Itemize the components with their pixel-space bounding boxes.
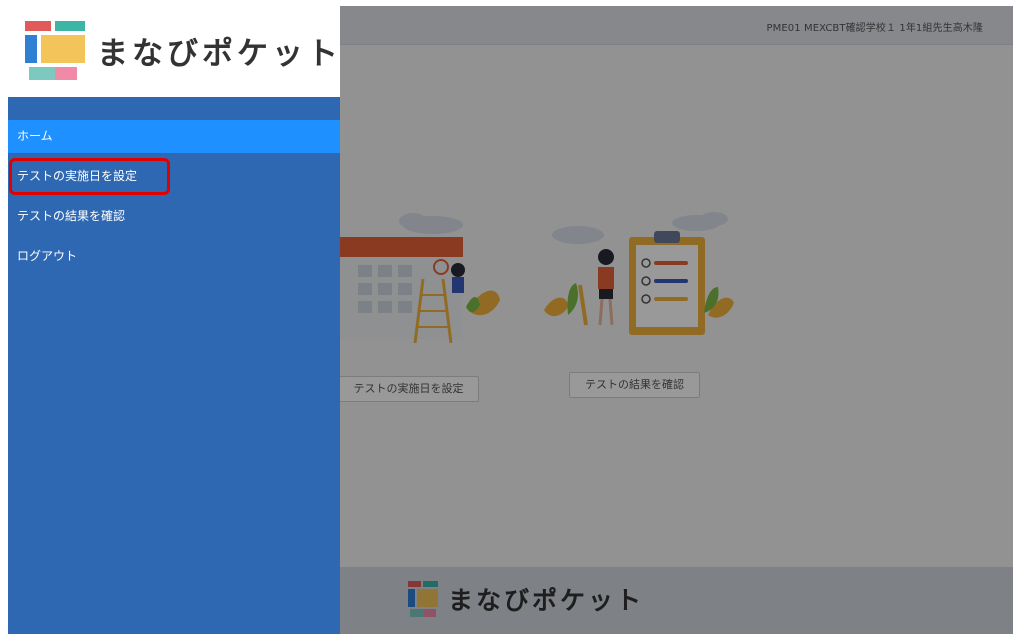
- sidebar-item-home[interactable]: ホーム: [8, 120, 340, 153]
- sidebar-header: まなびポケット: [8, 6, 340, 97]
- app-frame: PME01 MEXCBT確認学校１ 1年1組先生高木隆 テストの実施日を設定 テ…: [8, 6, 1013, 634]
- manabi-pocket-logo-icon: [25, 21, 85, 80]
- highlight-annotation: [9, 158, 170, 195]
- sidebar-item-logout[interactable]: ログアウト: [8, 240, 340, 273]
- sidebar: まなびポケット ホーム テストの実施日を設定 テストの結果を確認 ログアウト: [8, 6, 340, 634]
- brand-title: まなびポケット: [97, 36, 342, 72]
- sidebar-item-check-test-result[interactable]: テストの結果を確認: [8, 200, 340, 233]
